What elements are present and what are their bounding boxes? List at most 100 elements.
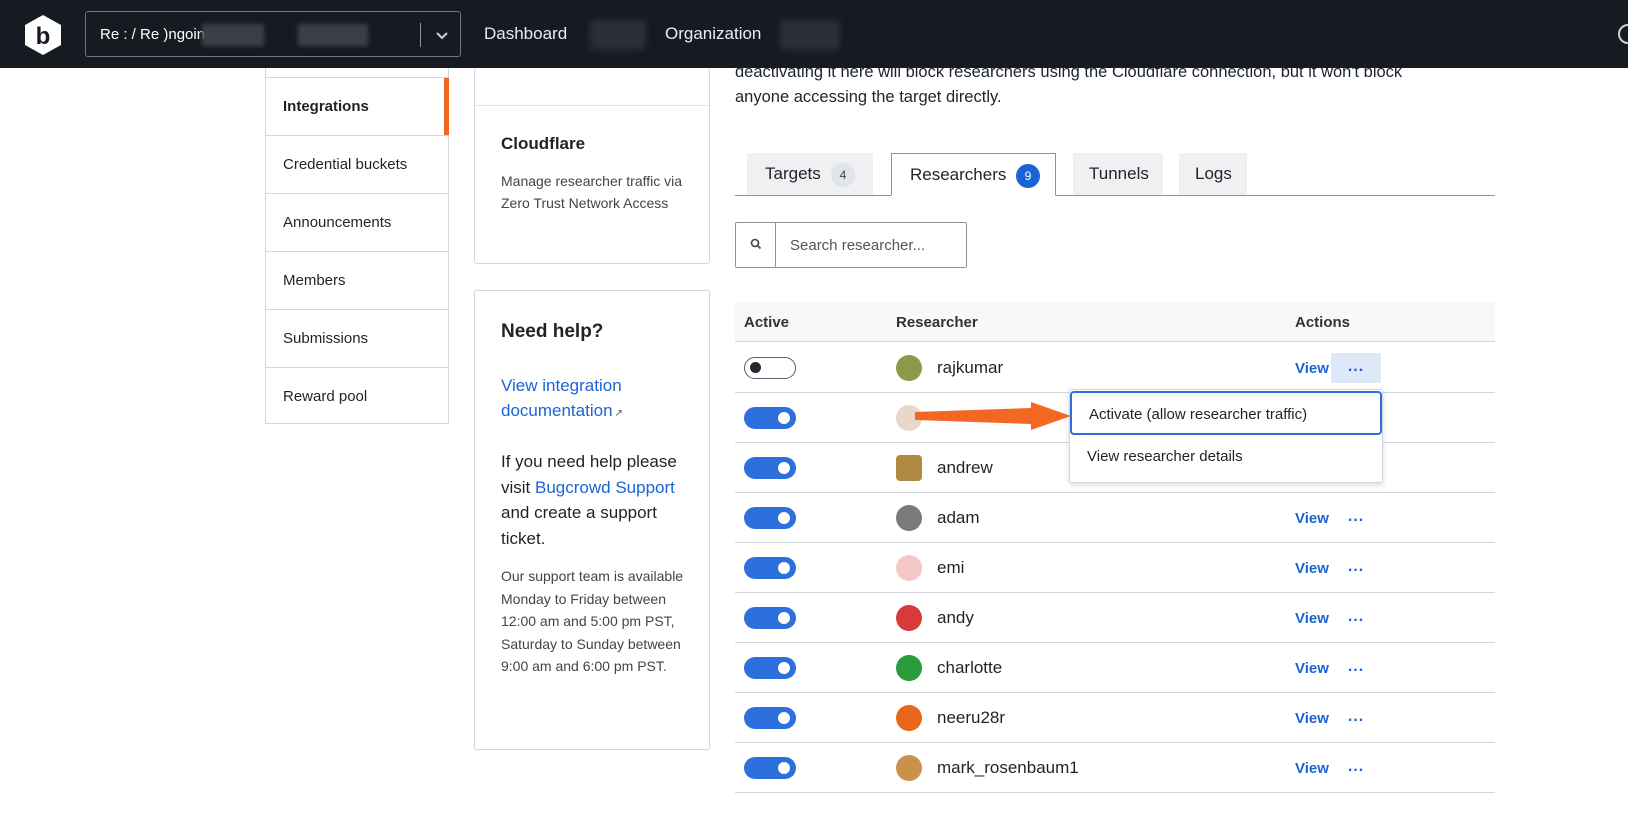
- menu-item-label: View researcher details: [1087, 448, 1243, 465]
- card-divider: [475, 105, 709, 106]
- tab-logs[interactable]: Logs: [1179, 153, 1247, 195]
- researcher-name: neeru28r: [937, 708, 1006, 727]
- active-toggle[interactable]: [744, 657, 796, 679]
- view-link[interactable]: View: [1295, 560, 1329, 577]
- redacted-nav-item: [590, 20, 646, 50]
- active-toggle[interactable]: [744, 607, 796, 629]
- table-row: andy View ...: [735, 593, 1495, 643]
- avatar: [896, 655, 922, 681]
- avatar: [896, 505, 922, 531]
- menu-item-activate[interactable]: Activate (allow researcher traffic): [1070, 391, 1382, 435]
- sidebar-item-announcements[interactable]: Announcements: [266, 193, 448, 250]
- active-toggle[interactable]: [744, 757, 796, 779]
- annotation-arrow-icon: [915, 402, 1071, 430]
- intro-text: deactivating it here will block research…: [735, 63, 1403, 106]
- tab-label: Logs: [1195, 164, 1232, 183]
- bugcrowd-logo-icon[interactable]: b: [22, 14, 64, 56]
- avatar: [896, 705, 922, 731]
- researcher-name: andrew: [937, 458, 993, 477]
- select-divider: [420, 23, 421, 47]
- more-actions-button[interactable]: ...: [1331, 753, 1381, 783]
- redacted-text: [298, 24, 368, 46]
- sidebar-item-members[interactable]: Members: [266, 251, 448, 308]
- tab-targets[interactable]: Targets 4: [747, 153, 873, 195]
- menu-item-label: Activate (allow researcher traffic): [1089, 406, 1308, 423]
- program-selector-label: Re : / Re )ngoing: [100, 26, 214, 43]
- researcher-name: emi: [937, 558, 965, 577]
- header-researcher: Researcher: [896, 314, 978, 331]
- help-text-after: and create a support ticket.: [501, 503, 657, 548]
- program-selector[interactable]: Re : / Re )ngoing: [85, 11, 461, 57]
- avatar: [896, 355, 922, 381]
- nav-dashboard[interactable]: Dashboard: [484, 24, 567, 44]
- cloudflare-title: Cloudflare: [501, 134, 586, 153]
- active-toggle[interactable]: [744, 707, 796, 729]
- svg-text:b: b: [36, 23, 51, 50]
- nav-organization[interactable]: Organization: [665, 24, 761, 44]
- help-text: If you need help please visit Bugcrowd S…: [501, 449, 691, 551]
- more-actions-button[interactable]: ...: [1331, 703, 1381, 733]
- sidebar-item-credential-buckets[interactable]: Credential buckets: [266, 135, 448, 192]
- redacted-nav-item: [780, 20, 840, 50]
- view-link[interactable]: View: [1295, 510, 1329, 527]
- table-row: charlotte View ...: [735, 643, 1495, 693]
- table-row: adam View ...: [735, 493, 1495, 543]
- menu-item-view-details[interactable]: View researcher details: [1070, 435, 1382, 479]
- more-actions-button[interactable]: ...: [1331, 653, 1381, 683]
- help-card: Need help? View integration documentatio…: [474, 290, 710, 750]
- search-input[interactable]: [777, 224, 965, 266]
- view-link[interactable]: View: [1295, 760, 1329, 777]
- redacted-text: [202, 24, 264, 46]
- bugcrowd-support-link[interactable]: Bugcrowd Support: [535, 478, 675, 497]
- sidebar-item-reward-pool[interactable]: Reward pool: [266, 367, 448, 424]
- tab-researchers[interactable]: Researchers 9: [891, 153, 1056, 196]
- researcher-name: charlotte: [937, 658, 1003, 677]
- sidebar-item-label: Reward pool: [283, 388, 368, 405]
- more-actions-button[interactable]: ...: [1331, 353, 1381, 383]
- sidebar-item-label: Announcements: [283, 214, 392, 231]
- sidebar-item-label: Integrations: [283, 98, 369, 115]
- view-link[interactable]: View: [1295, 710, 1329, 727]
- view-link[interactable]: View: [1295, 660, 1329, 677]
- sidebar-item-label: Submissions: [283, 330, 369, 347]
- tab-tunnels[interactable]: Tunnels: [1073, 153, 1163, 195]
- more-actions-button[interactable]: ...: [1331, 553, 1381, 583]
- help-icon[interactable]: [1618, 24, 1628, 44]
- active-toggle[interactable]: [744, 457, 796, 479]
- support-hours-text: Our support team is available Monday to …: [501, 568, 684, 674]
- more-actions-button[interactable]: ...: [1331, 503, 1381, 533]
- active-toggle[interactable]: [744, 557, 796, 579]
- tab-count-badge: 4: [831, 163, 855, 187]
- sidebar-item-label: Credential buckets: [283, 156, 408, 173]
- researcher-name: rajkumar: [937, 358, 1004, 377]
- tab-count-badge: 9: [1016, 164, 1040, 188]
- more-actions-button[interactable]: ...: [1331, 603, 1381, 633]
- view-link[interactable]: View: [1295, 360, 1329, 377]
- header-actions: Actions: [1295, 314, 1351, 331]
- table-row: neeru28r View ...: [735, 693, 1495, 743]
- tabs-baseline: [735, 195, 1495, 196]
- tab-label: Targets: [765, 164, 821, 183]
- tab-label: Tunnels: [1089, 164, 1149, 183]
- active-toggle[interactable]: [744, 507, 796, 529]
- chevron-down-icon[interactable]: [432, 25, 452, 45]
- top-navigation-bar: b Re : / Re )ngoing Dashboard Organizati…: [0, 0, 1628, 68]
- table-header: Active Researcher Actions: [735, 302, 1495, 342]
- external-link-icon: ↗: [614, 408, 623, 419]
- active-toggle[interactable]: [744, 407, 796, 429]
- cloudflare-integration-card: Cloudflare Manage researcher traffic via…: [474, 68, 710, 264]
- search-icon-box: [736, 223, 776, 267]
- sidebar-item-submissions[interactable]: Submissions: [266, 309, 448, 366]
- help-title: Need help?: [501, 321, 604, 342]
- sidebar-item-integrations[interactable]: Integrations: [266, 77, 449, 135]
- active-toggle[interactable]: [744, 357, 796, 379]
- tab-label: Researchers: [910, 165, 1007, 184]
- avatar: [896, 755, 922, 781]
- researcher-name: mark_rosenbaum1: [937, 758, 1079, 777]
- integration-documentation-link[interactable]: View integration documentation ↗: [501, 373, 681, 426]
- avatar: [896, 605, 922, 631]
- row-actions-menu: Activate (allow researcher traffic) View…: [1069, 389, 1383, 483]
- view-link[interactable]: View: [1295, 610, 1329, 627]
- settings-sidebar: Integrations Credential buckets Announce…: [265, 68, 449, 424]
- table-row: mark_rosenbaum1 View ...: [735, 743, 1495, 793]
